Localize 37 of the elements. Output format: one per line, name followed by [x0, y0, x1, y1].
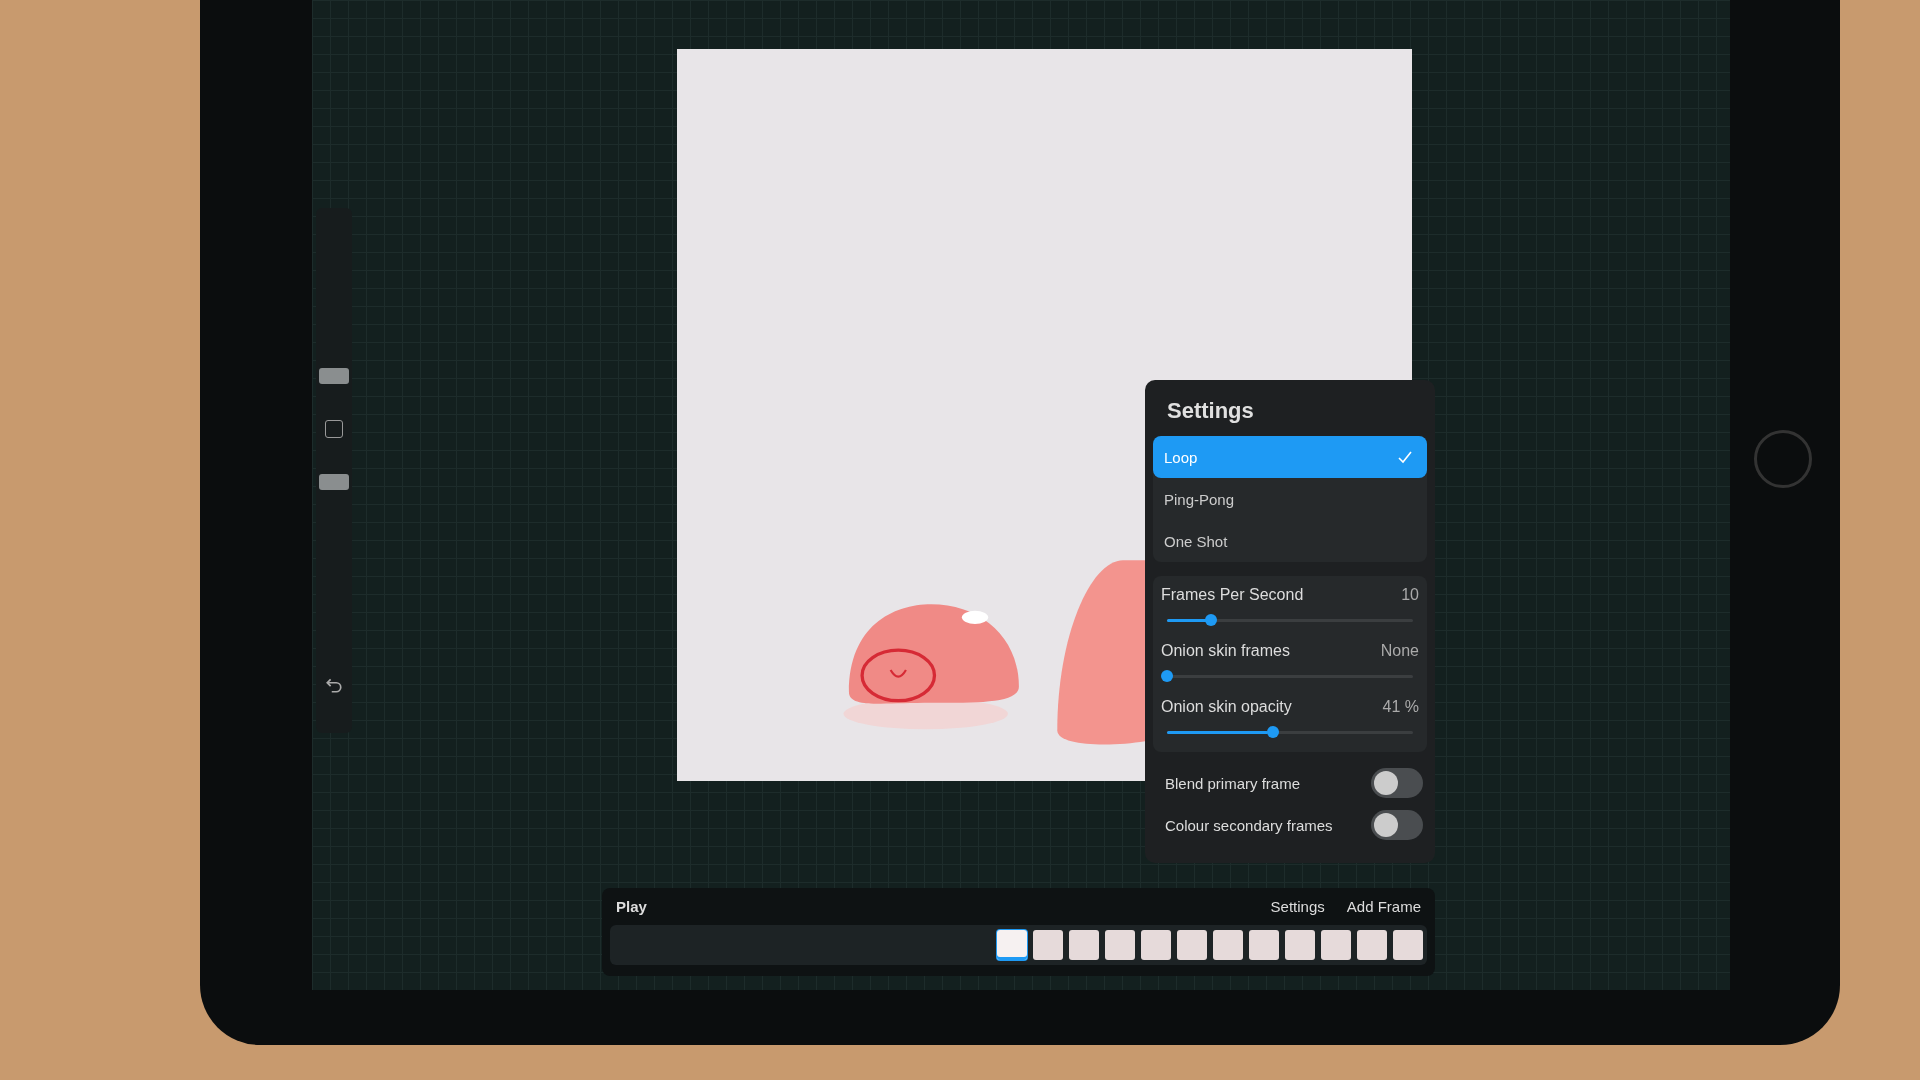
checkmark-icon: [1397, 449, 1413, 465]
slider-label: Onion skin opacity: [1161, 698, 1292, 716]
slider-value: 10: [1401, 586, 1419, 604]
frame-thumbnail[interactable]: [1321, 930, 1351, 960]
frame-thumbnail[interactable]: [1177, 930, 1207, 960]
playback-mode-option[interactable]: One Shot: [1153, 520, 1427, 562]
frame-thumbnail[interactable]: [1105, 930, 1135, 960]
frame-thumbnail[interactable]: [1213, 930, 1243, 960]
slider-thumb[interactable]: [1266, 726, 1279, 738]
playback-mode-option[interactable]: Ping-Pong: [1153, 478, 1427, 520]
slider-thumb[interactable]: [1204, 614, 1217, 626]
slider-label: Onion skin frames: [1161, 642, 1290, 660]
toggle-switch[interactable]: [1371, 768, 1423, 798]
slider-value: None: [1380, 642, 1419, 660]
slider-label: Frames Per Second: [1161, 586, 1304, 604]
popover-title: Settings: [1166, 397, 1255, 425]
toggle-label: Blend primary frame: [1165, 774, 1301, 792]
frame-thumbnail[interactable]: [1249, 930, 1279, 960]
slider-value: 41 %: [1382, 698, 1419, 716]
frame-thumbnail[interactable]: [1069, 930, 1099, 960]
play-button[interactable]: Play: [610, 894, 653, 919]
frame-thumbnail[interactable]: [1393, 930, 1423, 960]
add-frame-button[interactable]: Add Frame: [1340, 894, 1427, 919]
camera-ring: [1754, 430, 1812, 488]
frame-thumbnail[interactable]: [1033, 930, 1063, 960]
frame-thumbnail[interactable]: [1141, 930, 1171, 960]
toggle-switch[interactable]: [1371, 810, 1423, 840]
undo-icon[interactable]: [325, 676, 343, 694]
slider-thumb[interactable]: [1161, 670, 1173, 682]
frame-thumbnail[interactable]: [1285, 930, 1315, 960]
opacity-slider-handle[interactable]: [319, 474, 349, 490]
brush-size-slider-handle[interactable]: [319, 368, 349, 384]
frame-thumbnail[interactable]: [1357, 930, 1387, 960]
settings-button[interactable]: Settings: [1264, 894, 1331, 919]
modify-button[interactable]: [325, 420, 343, 438]
frame-thumbnail[interactable]: [997, 930, 1027, 960]
toggle-label: Colour secondary frames: [1165, 816, 1333, 834]
